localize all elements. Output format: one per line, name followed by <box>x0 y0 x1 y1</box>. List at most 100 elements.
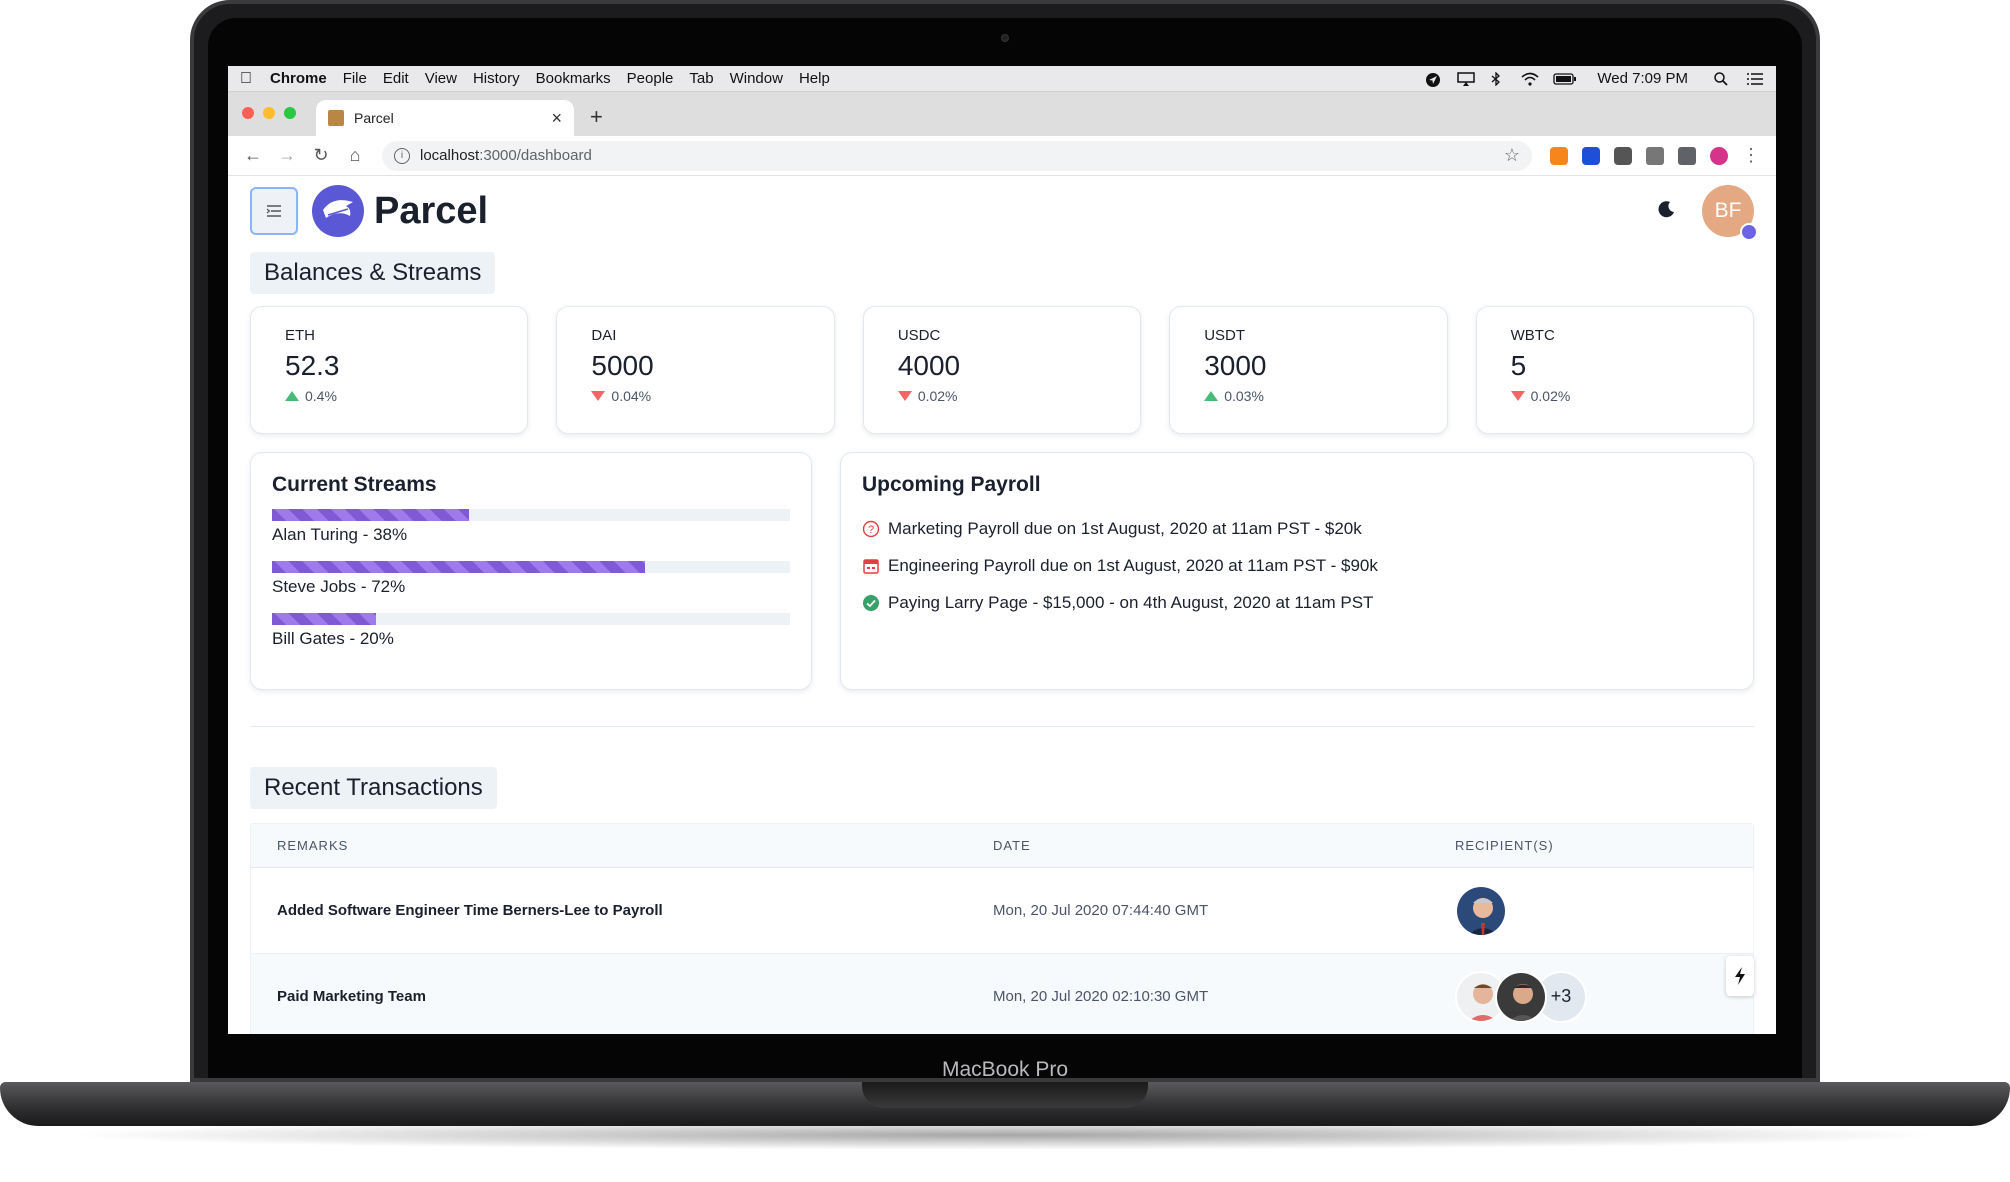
payroll-text: Engineering Payroll due on 1st August, 2… <box>888 556 1378 575</box>
tab-parcel[interactable]: Parcel × <box>316 100 574 136</box>
brand-name[interactable]: Parcel <box>374 190 488 233</box>
transaction-date: Mon, 20 Jul 2020 07:44:40 GMT <box>993 902 1209 919</box>
close-window-button[interactable] <box>242 107 254 119</box>
apple-icon[interactable]:  <box>240 70 252 88</box>
table-row[interactable]: Added Software Engineer Time Berners-Lee… <box>251 868 1753 954</box>
payroll-item: Paying Larry Page - $15,000 - on 4th Aug… <box>862 593 1732 613</box>
menu-toggle-button[interactable] <box>250 187 298 235</box>
extension-icon[interactable] <box>1582 146 1600 165</box>
bluetooth-icon[interactable] <box>1489 70 1507 87</box>
menu-tab[interactable]: Tab <box>689 70 713 87</box>
calendar-icon <box>862 557 880 575</box>
browser-toolbar: ← → ↻ ⌂ i localhost:3000/dashboard ☆ ⋮ <box>228 136 1776 176</box>
stream-progress-bar <box>272 561 790 573</box>
battery-icon[interactable] <box>1553 72 1577 86</box>
extension-icon[interactable] <box>1614 146 1632 165</box>
stream-progress-bar <box>272 613 790 625</box>
stream-label: Alan Turing - 38% <box>272 525 408 544</box>
arrow-down-icon <box>591 391 606 401</box>
url-path: :3000/dashboard <box>479 147 592 164</box>
current-streams-panel: Current Streams Alan Turing - 38% Steve … <box>250 452 812 690</box>
stream-item: Alan Turing - 38% <box>272 509 790 545</box>
spotlight-search-icon[interactable] <box>1714 71 1732 86</box>
arrow-down-icon <box>897 391 912 401</box>
stream-item: Steve Jobs - 72% <box>272 561 790 597</box>
menu-people[interactable]: People <box>627 70 674 87</box>
section-divider <box>250 726 1754 727</box>
change-value: 0.02% <box>917 388 958 404</box>
recipient-avatars: +3 <box>1455 970 1753 1023</box>
location-icon[interactable] <box>1425 72 1443 87</box>
laptop-frame: MacBook Pro  Chrome File Edit View Hist… <box>0 0 2010 1182</box>
token-symbol: USDT <box>1204 327 1246 344</box>
menu-file[interactable]: File <box>343 70 367 87</box>
menu-app-name[interactable]: Chrome <box>270 70 327 87</box>
screen:  Chrome File Edit View History Bookmark… <box>228 66 1776 1034</box>
extension-icon[interactable] <box>1646 146 1664 165</box>
lightning-bolt-icon[interactable] <box>1726 956 1754 996</box>
token-symbol: DAI <box>591 327 617 344</box>
back-arrow-icon[interactable]: ← <box>240 145 266 166</box>
profile-icon[interactable] <box>1710 146 1728 165</box>
parcel-logo-icon <box>312 185 364 237</box>
menu-edit[interactable]: Edit <box>383 70 409 87</box>
metamask-extension-icon[interactable] <box>1550 146 1568 165</box>
reload-icon[interactable]: ↻ <box>308 145 334 166</box>
page-content: Parcel BF Balances & Streams ETH 52.3 0.… <box>228 176 1776 1034</box>
change-value: 0.03% <box>1224 388 1264 404</box>
menubar-clock[interactable]: Wed 7:09 PM <box>1597 70 1688 87</box>
minimize-window-button[interactable] <box>263 107 275 119</box>
check-circle-icon <box>862 594 880 612</box>
column-recipients: RECIPIENT(S) <box>1455 838 1554 853</box>
change-value: 0.04% <box>611 388 652 404</box>
macos-menubar:  Chrome File Edit View History Bookmark… <box>228 66 1776 92</box>
kebab-menu-icon[interactable]: ⋮ <box>1742 145 1760 166</box>
new-tab-icon[interactable]: + <box>590 104 603 130</box>
package-icon <box>328 110 344 126</box>
balance-card-usdc: USDC 4000 0.02% <box>862 306 1142 434</box>
streams-payroll-row: Current Streams Alan Turing - 38% Steve … <box>250 452 1754 690</box>
device-label: MacBook Pro <box>941 1058 1069 1081</box>
token-change: 0.02% <box>897 388 1106 404</box>
close-tab-icon[interactable]: × <box>551 108 562 129</box>
info-icon[interactable]: i <box>394 147 410 164</box>
moon-icon[interactable] <box>1658 198 1676 224</box>
puzzle-icon[interactable] <box>1678 146 1696 165</box>
stream-label: Steve Jobs - 72% <box>272 577 406 596</box>
app-header: Parcel BF <box>250 176 1758 246</box>
svg-text:?: ? <box>868 524 874 536</box>
menu-view[interactable]: View <box>425 70 457 87</box>
extensions-area: ⋮ <box>1550 145 1760 166</box>
balances-section-title: Balances & Streams <box>250 252 496 294</box>
token-symbol: ETH <box>285 327 315 344</box>
menu-window[interactable]: Window <box>730 70 783 87</box>
control-center-icon[interactable] <box>1746 72 1764 86</box>
wifi-icon[interactable] <box>1521 72 1539 86</box>
maximize-window-button[interactable] <box>284 107 296 119</box>
user-avatar[interactable]: BF <box>1702 185 1758 241</box>
payroll-title: Upcoming Payroll <box>862 473 1041 496</box>
address-bar[interactable]: i localhost:3000/dashboard ☆ <box>382 140 1532 171</box>
transactions-table: REMARKS DATE RECIPIENT(S) Added Software… <box>250 823 1754 1034</box>
streams-title: Current Streams <box>272 473 437 496</box>
menu-bookmarks[interactable]: Bookmarks <box>536 70 611 87</box>
menu-help[interactable]: Help <box>799 70 830 87</box>
token-change: 0.03% <box>1204 388 1412 404</box>
balance-card-wbtc: WBTC 5 0.02% <box>1475 306 1755 434</box>
user-initials: BF <box>1714 199 1742 222</box>
balance-cards: ETH 52.3 0.4% DAI 5000 0.04% USDC 4000 0… <box>250 306 1755 434</box>
menu-history[interactable]: History <box>473 70 520 87</box>
home-icon[interactable]: ⌂ <box>342 145 368 166</box>
bookmark-star-icon[interactable]: ☆ <box>1504 145 1520 166</box>
airplay-icon[interactable] <box>1457 71 1476 86</box>
table-row[interactable]: Paid Marketing Team Mon, 20 Jul 2020 02:… <box>251 954 1753 1034</box>
window-controls <box>242 107 296 119</box>
laptop-notch <box>862 1082 1148 1108</box>
recipient-avatar[interactable] <box>1495 970 1547 1023</box>
balance-card-usdt: USDT 3000 0.03% <box>1169 306 1448 434</box>
token-balance: 52.3 <box>285 350 340 381</box>
forward-arrow-icon[interactable]: → <box>274 145 300 166</box>
token-balance: 5 <box>1510 350 1527 381</box>
recipient-avatar[interactable] <box>1455 884 1507 937</box>
browser-tabstrip: Parcel × + <box>228 92 1776 136</box>
